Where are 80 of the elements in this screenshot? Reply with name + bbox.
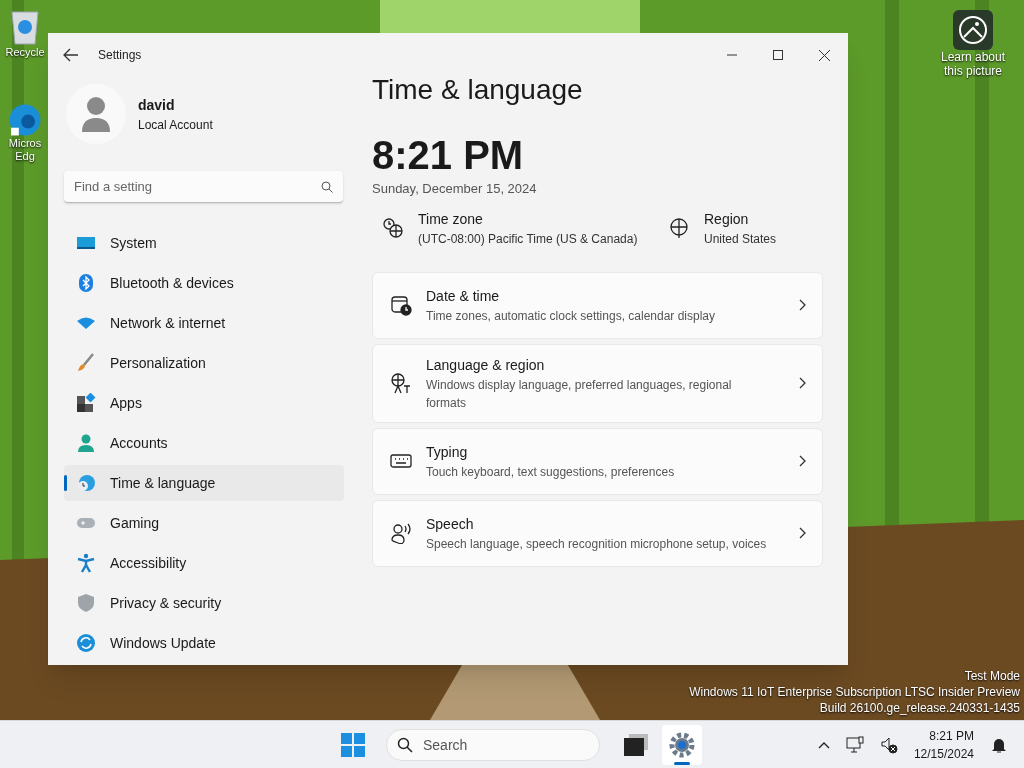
search-icon	[397, 737, 413, 753]
info-title: Time zone	[418, 209, 484, 229]
settings-card[interactable]: Language & region Windows display language, preferred languages, regional formats	[372, 343, 823, 423]
chevron-up-icon[interactable]	[817, 740, 830, 749]
person-icon	[76, 433, 96, 453]
desktop-icon-label: Recycle	[5, 46, 45, 59]
taskbar-date[interactable]: 12/15/2024	[913, 744, 974, 763]
card-title: Date & time	[426, 286, 501, 306]
card-title: Speech	[426, 514, 475, 534]
current-date: Sunday, December 15, 2024	[372, 180, 538, 198]
picture-info-label: Learn about	[940, 50, 1006, 64]
window-title: Settings	[98, 47, 142, 64]
chevron-icon	[798, 527, 806, 539]
language-icon	[390, 372, 412, 394]
watermark-text: Build 26100.ge_release.240331-1435	[819, 700, 1020, 716]
nav-item[interactable]: Time & language	[64, 465, 344, 501]
chevron-icon	[798, 377, 806, 389]
settings-search-field[interactable]: Find a setting	[64, 171, 343, 203]
watermark-text: Test Mode	[964, 668, 1020, 684]
globe-icon	[668, 217, 690, 239]
network-icon[interactable]	[845, 735, 864, 754]
gear-icon	[669, 732, 695, 758]
nav-item[interactable]: Privacy & security	[64, 585, 344, 621]
back-arrow-icon[interactable]	[62, 46, 80, 64]
update-icon	[76, 633, 96, 653]
nav-item[interactable]: Gaming	[64, 505, 344, 541]
user-name: david	[138, 95, 176, 115]
taskbar-search-input[interactable]: Search	[423, 734, 583, 756]
bluetooth-icon	[76, 273, 96, 293]
taskbar-time[interactable]: 8:21 PM	[929, 726, 974, 745]
maximize-icon[interactable]	[773, 49, 783, 60]
desktop-icon-label: Edg	[15, 150, 35, 163]
settings-card[interactable]: Date & time Time zones, automatic clock settings, calendar display	[372, 271, 823, 339]
brush-icon	[76, 353, 96, 373]
watermark-text: Windows 11 IoT Enterprise Subscription LTSC Insider Preview	[689, 684, 1020, 700]
settings-search-input[interactable]: Find a setting	[74, 176, 321, 197]
info-value: United States	[704, 230, 777, 248]
info-value: (UTC-08:00) Pacific Time (US & Canada)	[418, 230, 638, 248]
nav-item[interactable]: System	[64, 225, 344, 261]
muted-speaker-icon[interactable]	[879, 735, 898, 754]
nav-item[interactable]: Accounts	[64, 425, 344, 461]
nav-item[interactable]: Apps	[64, 385, 344, 421]
recycle-bin-icon[interactable]	[10, 10, 40, 46]
account-type: Local Account	[138, 116, 213, 134]
browser-icon[interactable]	[8, 103, 42, 137]
nav-item[interactable]: Windows Update	[64, 625, 344, 661]
card-subtitle: Windows display language, preferred languages, regional formats	[426, 376, 733, 412]
card-title: Language & region	[426, 355, 546, 375]
chevron-icon	[798, 299, 806, 311]
close-icon[interactable]	[819, 49, 830, 61]
picture-info-label: this picture	[944, 64, 1002, 78]
nav-item[interactable]: Accessibility	[64, 545, 344, 581]
settings-card[interactable]: Typing Touch keyboard, text suggestions, preferences	[372, 427, 823, 495]
picture-info-icon[interactable]	[953, 10, 993, 50]
person-icon	[80, 96, 112, 132]
card-title: Typing	[426, 442, 469, 462]
card-subtitle: Speech language, speech recognition microphone setup, voices	[426, 535, 768, 553]
accessibility-icon	[76, 553, 96, 573]
clock-time: 8:21 PM	[372, 133, 525, 177]
nav-item[interactable]: Personalization	[64, 345, 344, 381]
card-subtitle: Touch keyboard, text suggestions, preferences	[426, 463, 676, 481]
shield-icon	[76, 593, 96, 613]
speech-icon	[390, 522, 412, 544]
nav-item[interactable]: Network & internet	[64, 305, 344, 341]
search-icon	[321, 180, 333, 193]
page-heading: Time & language	[372, 73, 584, 107]
chevron-icon	[798, 455, 806, 467]
taskbar-search-field[interactable]: Search	[386, 729, 600, 761]
desktop-icon-label: Micros	[8, 137, 42, 150]
nav-item[interactable]: Bluetooth & devices	[64, 265, 344, 301]
settings-app-button[interactable]	[662, 725, 702, 765]
clock-globe-icon	[382, 217, 404, 239]
start-icon[interactable]	[340, 732, 366, 758]
settings-card[interactable]: Speech Speech language, speech recognition microphone setup, voices	[372, 499, 823, 567]
info-title: Region	[704, 209, 750, 229]
globe-clock-icon	[76, 473, 96, 493]
calendar-clock-icon	[390, 294, 412, 316]
apps-icon	[76, 393, 96, 413]
terminal-icon	[624, 734, 648, 756]
card-subtitle: Time zones, automatic clock settings, calendar display	[426, 307, 717, 325]
